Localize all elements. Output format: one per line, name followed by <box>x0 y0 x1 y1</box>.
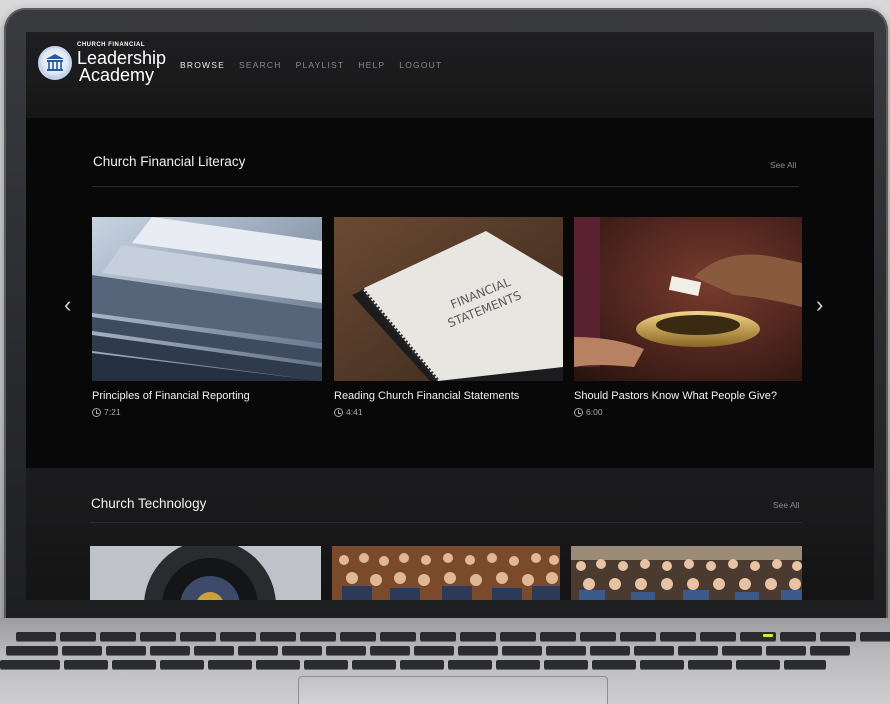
nav-logout[interactable]: LOGOUT <box>399 60 442 70</box>
nav-playlist[interactable]: PLAYLIST <box>296 60 345 70</box>
section-financial-literacy: Church Financial Literacy See All ‹ › Pr… <box>26 118 874 468</box>
camera-lens-image[interactable] <box>90 546 321 600</box>
keyboard-led <box>763 634 773 637</box>
section-title: Church Financial Literacy <box>93 154 246 169</box>
nav-search[interactable]: SEARCH <box>239 60 282 70</box>
video-title[interactable]: Should Pastors Know What People Give? <box>574 390 777 402</box>
annual-report-binders-image[interactable] <box>92 217 322 381</box>
chevron-right-icon[interactable]: › <box>816 292 823 318</box>
section-divider <box>90 522 802 523</box>
duration-text: 6:00 <box>586 407 603 417</box>
video-duration: 6:00 <box>574 407 603 417</box>
key-row <box>16 632 890 641</box>
duration-text: 7:21 <box>104 407 121 417</box>
section-divider <box>92 186 799 187</box>
brand-logo[interactable]: CHURCH FINANCIAL Leadership Academy <box>38 42 166 84</box>
nav-browse[interactable]: BROWSE <box>180 60 225 70</box>
key-row <box>0 660 826 669</box>
video-duration: 7:21 <box>92 407 121 417</box>
section-church-technology: Church Technology See All <box>26 468 874 600</box>
video-duration: 4:41 <box>334 407 363 417</box>
brand-line2: Academy <box>79 65 155 85</box>
audience-image[interactable] <box>332 546 560 600</box>
nav-help[interactable]: HELP <box>358 60 385 70</box>
clock-icon <box>92 407 101 417</box>
clock-icon <box>574 407 583 417</box>
building-seal-icon <box>38 46 72 80</box>
top-header: CHURCH FINANCIAL Leadership Academy BROW… <box>26 32 874 118</box>
touchpad <box>298 676 608 704</box>
chevron-left-icon[interactable]: ‹ <box>64 292 71 318</box>
see-all-link[interactable]: See All <box>770 160 796 170</box>
see-all-link[interactable]: See All <box>773 500 799 510</box>
section-title: Church Technology <box>91 496 207 511</box>
app-screen: CHURCH FINANCIAL Leadership Academy BROW… <box>26 32 874 600</box>
clock-icon <box>334 407 343 417</box>
congregation-image[interactable] <box>571 546 802 600</box>
duration-text: 4:41 <box>346 407 363 417</box>
video-title[interactable]: Principles of Financial Reporting <box>92 390 250 402</box>
brand-text: CHURCH FINANCIAL Leadership Academy <box>77 42 166 84</box>
financial-statements-book-image[interactable]: FINANCIAL STATEMENTS <box>334 217 563 381</box>
offering-plate-image[interactable] <box>574 217 802 381</box>
video-title[interactable]: Reading Church Financial Statements <box>334 390 519 402</box>
main-nav: BROWSE SEARCH PLAYLIST HELP LOGOUT <box>180 60 442 70</box>
key-row <box>6 646 850 655</box>
